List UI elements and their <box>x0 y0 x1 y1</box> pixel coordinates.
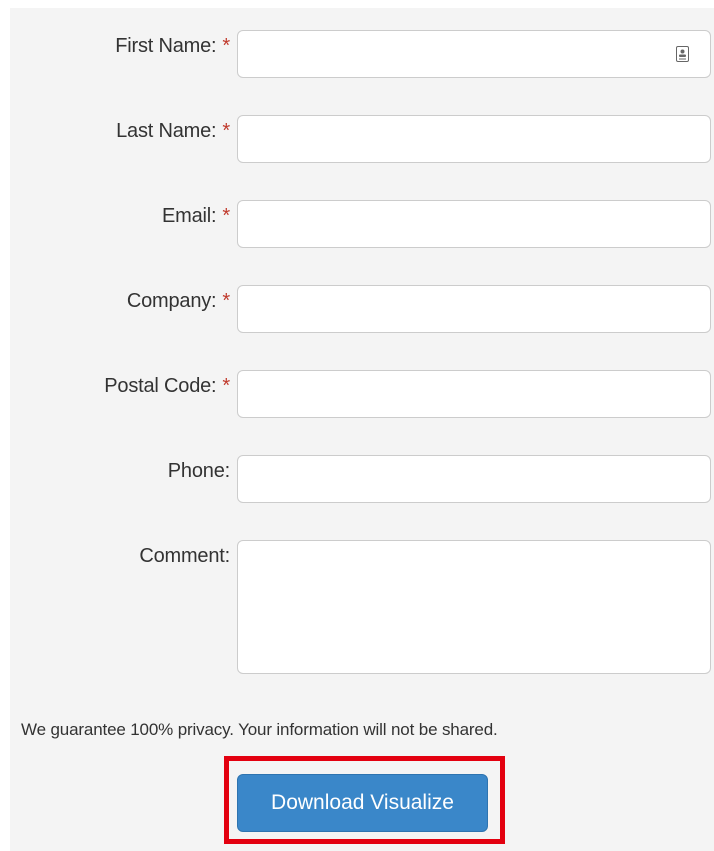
lead-form-panel: First Name: * Last Name: * Email: * Company… <box>10 8 714 851</box>
privacy-note: We guarantee 100% privacy. Your informat… <box>21 720 498 739</box>
required-mark: * <box>222 375 230 397</box>
last-name-label: Last Name: * <box>116 120 230 142</box>
postal-code-label: Postal Code: * <box>104 375 230 397</box>
email-row: Email: * <box>10 200 714 252</box>
required-mark: * <box>222 35 230 57</box>
company-row: Company: * <box>10 285 714 337</box>
first-name-field[interactable] <box>237 30 711 78</box>
first-name-label: First Name: * <box>115 35 230 57</box>
last-name-field[interactable] <box>237 115 711 163</box>
phone-row: Phone: <box>10 455 714 507</box>
email-field[interactable] <box>237 200 711 248</box>
email-label: Email: * <box>162 205 230 227</box>
required-mark: * <box>222 205 230 227</box>
phone-field[interactable] <box>237 455 711 503</box>
download-visualize-button[interactable]: Download Visualize <box>237 774 488 832</box>
comment-field[interactable] <box>237 540 711 674</box>
first-name-row: First Name: * <box>10 30 714 82</box>
required-mark: * <box>222 290 230 312</box>
postal-code-row: Postal Code: * <box>10 370 714 422</box>
comment-row: Comment: <box>10 540 714 676</box>
required-mark: * <box>222 120 230 142</box>
last-name-row: Last Name: * <box>10 115 714 167</box>
company-field[interactable] <box>237 285 711 333</box>
company-label: Company: * <box>126 290 230 312</box>
postal-code-field[interactable] <box>237 370 711 418</box>
comment-label: Comment: <box>139 545 230 567</box>
contact-card-icon[interactable] <box>676 46 689 62</box>
phone-label: Phone: <box>167 460 230 482</box>
